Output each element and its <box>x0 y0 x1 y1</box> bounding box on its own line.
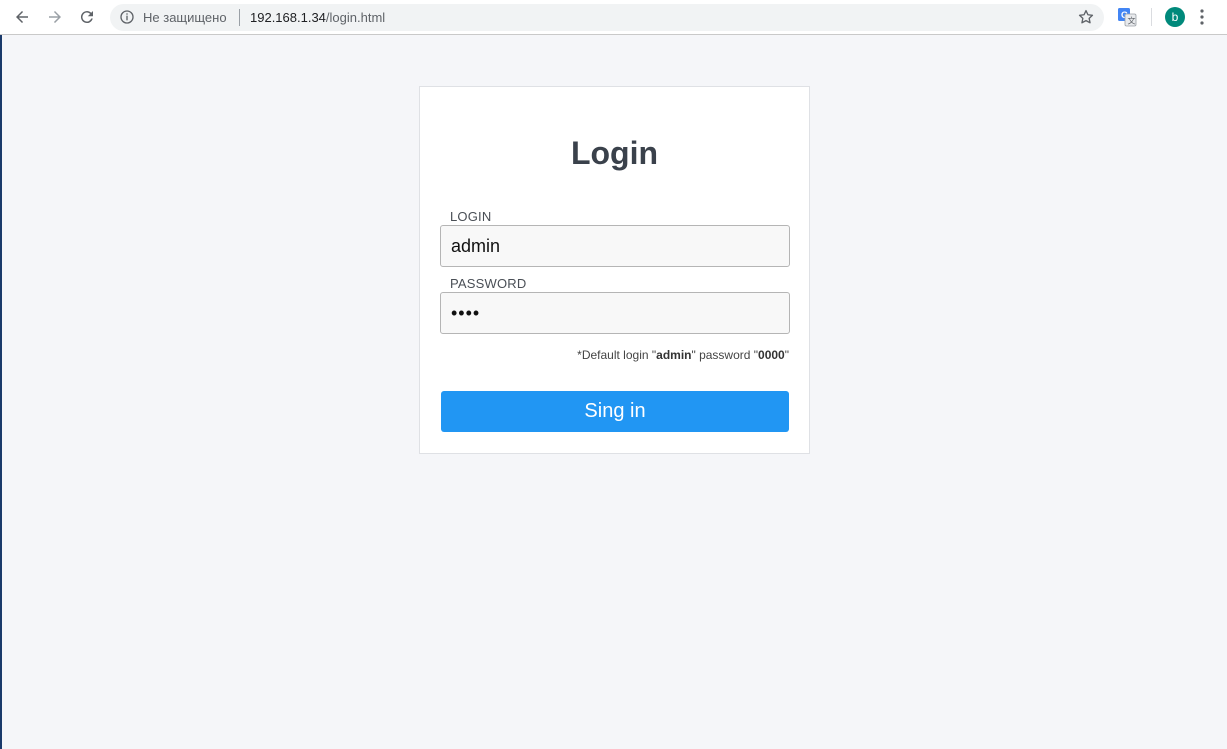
menu-icon[interactable] <box>1200 8 1204 26</box>
security-status: Не защищено <box>143 10 227 25</box>
sign-in-button[interactable]: Sing in <box>441 391 789 432</box>
address-bar[interactable]: Не защищено 192.168.1.34/login.html <box>110 4 1104 31</box>
hint-password: 0000 <box>758 348 785 362</box>
login-label: LOGIN <box>450 209 492 224</box>
address-separator <box>239 9 240 26</box>
svg-text:文: 文 <box>1128 16 1136 26</box>
browser-toolbar: Не защищено 192.168.1.34/login.html G 文 … <box>0 0 1227 35</box>
reload-icon <box>80 11 93 24</box>
reload-button[interactable] <box>75 5 99 29</box>
url-path: /login.html <box>325 10 386 25</box>
hint-middle: " password " <box>691 348 759 362</box>
back-button[interactable] <box>10 5 34 29</box>
forward-button[interactable] <box>43 5 67 29</box>
hint-prefix: *Default login " <box>577 348 657 362</box>
password-label: PASSWORD <box>450 276 527 291</box>
password-input[interactable] <box>440 292 790 334</box>
toolbar-divider <box>1151 8 1152 26</box>
page-title: Login <box>570 135 659 171</box>
default-credentials-hint: *Default login "admin" password "0000" <box>577 348 789 362</box>
hint-suffix: " <box>784 348 789 362</box>
info-icon[interactable] <box>119 9 135 25</box>
profile-avatar[interactable]: b <box>1165 7 1185 27</box>
url-text: 192.168.1.34/login.html <box>250 10 385 25</box>
hint-login: admin <box>656 348 692 362</box>
back-icon <box>16 11 28 23</box>
forward-icon <box>49 11 61 23</box>
window-edge <box>0 0 2 749</box>
login-card: Login LOGIN PASSWORD *Default login "adm… <box>419 86 810 454</box>
translate-icon[interactable]: G 文 <box>1117 7 1137 27</box>
login-input[interactable] <box>440 225 790 267</box>
url-host: 192.168.1.34 <box>250 10 326 25</box>
star-icon[interactable] <box>1077 8 1095 26</box>
